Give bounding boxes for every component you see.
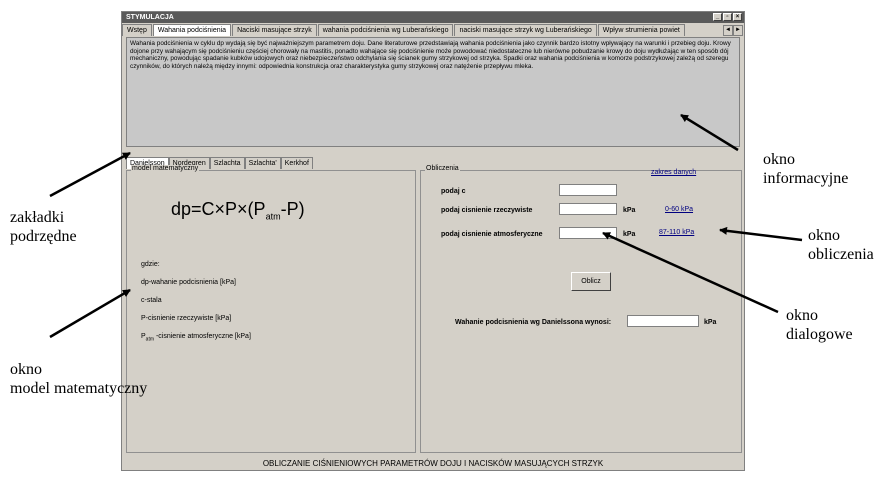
arrow-subtabs [49,151,131,198]
arrow-info [680,113,739,152]
arrow-dialog [602,231,779,314]
annotation-arrows [49,113,803,339]
arrow-calc [719,226,803,242]
arrow-model [49,288,131,339]
